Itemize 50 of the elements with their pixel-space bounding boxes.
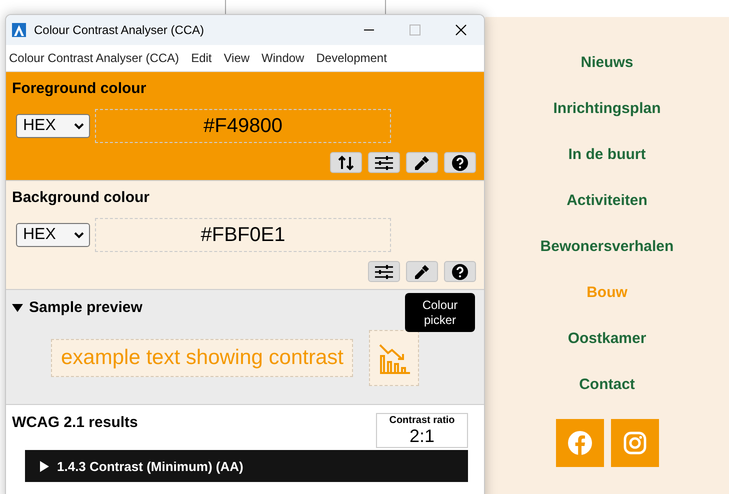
tool-button[interactable] [444,152,476,173]
tool-button[interactable] [444,261,476,282]
help-icon [452,264,468,280]
tool-button[interactable] [330,152,362,173]
menu-item[interactable]: Edit [191,51,212,65]
section-heading: Background colour [12,189,151,206]
chevron-down-icon [74,122,84,130]
tool-button[interactable] [368,261,400,282]
sliders-icon [375,156,393,170]
nav-link[interactable]: In de buurt [568,143,646,189]
eyedropper-icon [414,154,430,170]
format-dropdown[interactable]: HEX [16,223,90,247]
app-logo-icon [12,23,26,37]
tool-button[interactable] [406,152,438,173]
nav-link[interactable]: Nieuws [580,51,634,97]
format-dropdown[interactable]: HEX [16,114,90,138]
nav-link[interactable]: Inrichtingsplan [553,97,661,143]
chart-decline-icon [378,342,410,374]
menu-item[interactable]: View [224,51,250,65]
triangle-icon [12,302,23,312]
menu-item[interactable]: Window [262,51,304,65]
maximize-icon [409,24,421,36]
tool-button[interactable] [368,152,400,173]
section-toggle[interactable]: Sample preview [12,299,142,316]
criterion-toggle[interactable]: 1.4.3 Contrast (Minimum) (AA) [25,450,468,482]
sample-text: example text showing contrast [51,339,354,377]
nav-link[interactable]: Contact [579,373,635,419]
colour-input[interactable]: #F49800 [95,109,391,143]
ratio-label: Contrast ratio [388,415,456,426]
sliders-icon [375,264,393,278]
swap-arrows-icon [338,154,354,170]
chevron-down-icon [74,231,84,239]
window-title: Colour Contrast Analyser (CCA) [34,23,206,37]
section-heading: WCAG 2.1 results [12,414,138,431]
tooltip: Colour picker [405,293,475,332]
ratio-value: 2:1 [408,426,436,446]
close-icon [455,24,467,36]
menu-item[interactable]: Development [316,51,387,65]
nav-link[interactable]: Activiteiten [566,189,648,235]
letter-f-icon [568,431,592,455]
nav-link[interactable]: Oostkamer [568,327,646,373]
eyedropper-icon [414,264,430,280]
help-icon [452,154,468,170]
menu-item[interactable]: Colour Contrast Analyser (CCA) [9,51,180,65]
colour-input[interactable]: #FBF0E1 [95,218,391,252]
tool-button[interactable] [406,261,438,282]
triangle-icon [40,460,49,472]
camera-icon [622,431,646,455]
section-heading: Foreground colour [12,80,148,97]
nav-link[interactable]: Bewonersverhalen [540,235,674,281]
